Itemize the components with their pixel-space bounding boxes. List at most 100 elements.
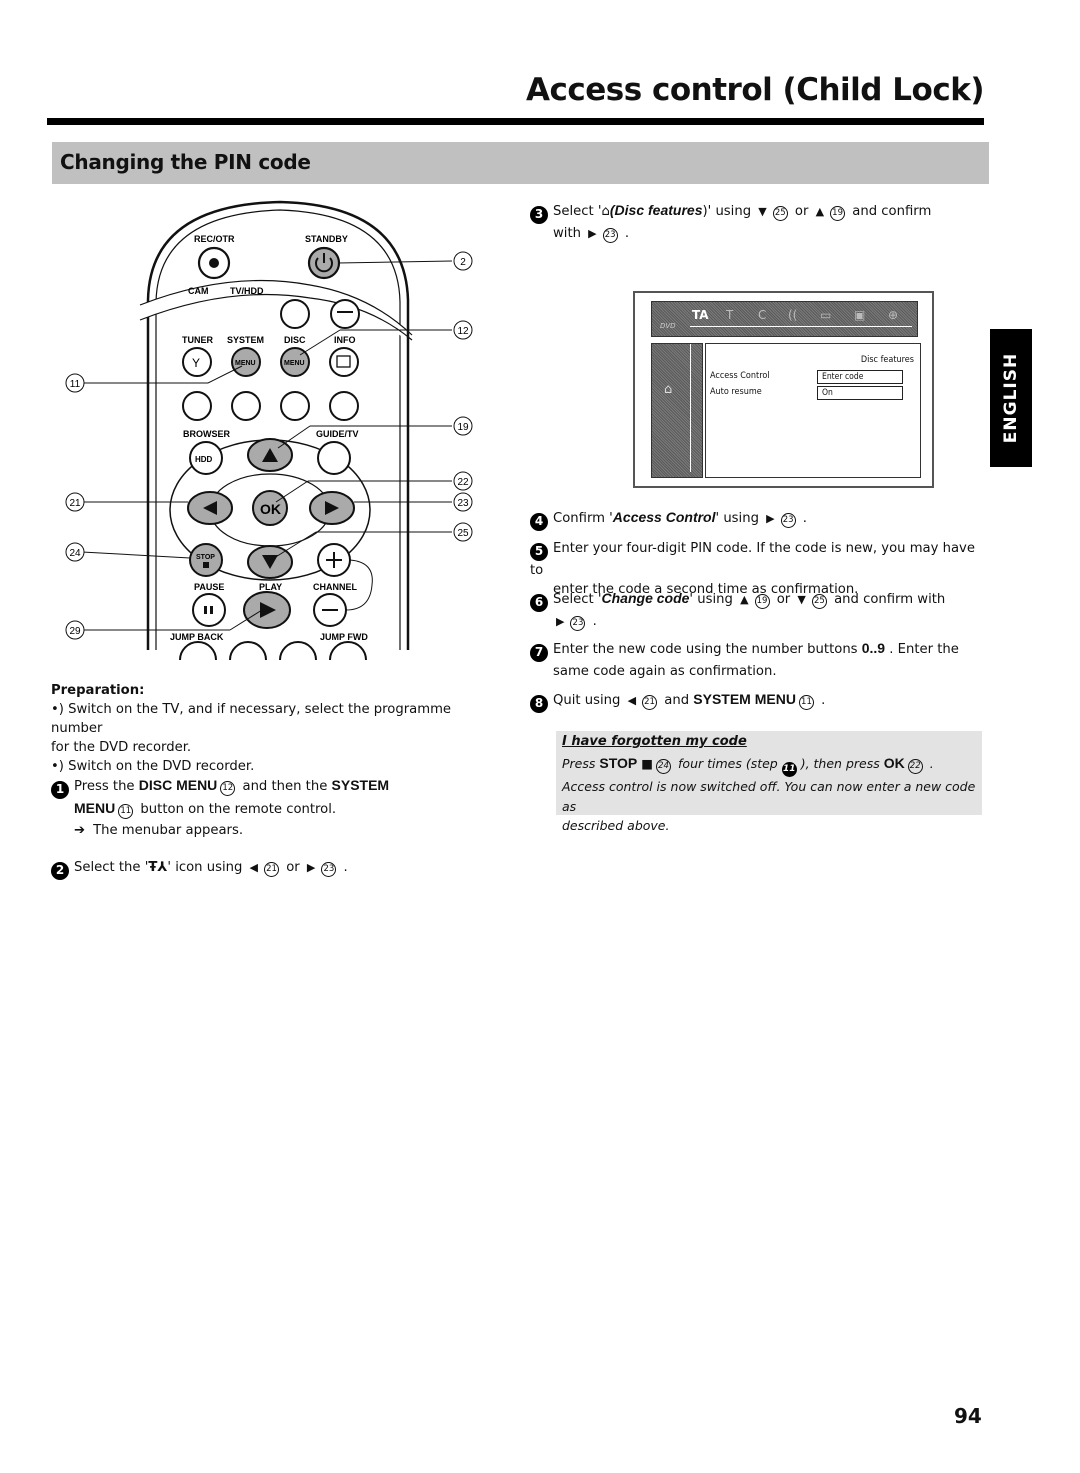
disc-features-icon: ⌂ <box>601 204 610 219</box>
svg-text:29: 29 <box>69 626 81 637</box>
label-jump-fwd: JUMP FWD <box>320 632 368 642</box>
color-button-3 <box>280 391 310 421</box>
step-number: 2 <box>51 861 69 880</box>
label-browser: BROWSER <box>183 429 231 439</box>
label-guide-tv: GUIDE/TV <box>316 429 359 439</box>
osd-zoom-icon: ⊕ <box>888 308 899 322</box>
color-button-1 <box>182 391 212 421</box>
label-tv-hdd: TV/HDD <box>230 286 264 296</box>
color-button-4 <box>329 391 359 421</box>
up-triangle-icon: ▲ <box>740 593 749 606</box>
svg-text:24: 24 <box>69 548 81 559</box>
label-stop: STOP <box>196 554 215 561</box>
step-number: 3 <box>530 205 548 224</box>
section-title: Changing the PIN code <box>60 150 311 174</box>
osd-screen: TA T C (( ▭ ▣ ⊕ DVD ⌂ Disc features Acce… <box>633 291 934 488</box>
down-triangle-icon: ▼ <box>758 205 767 218</box>
preparation-bullet-1-cont: for the DVD recorder. <box>51 740 192 755</box>
step-number: 4 <box>530 512 548 531</box>
step-ref: 11 <box>781 762 797 778</box>
label-rec-otr: REC/OTR <box>194 234 235 244</box>
disc-menu-label: MENU <box>284 360 305 367</box>
step-number: 1 <box>51 780 69 799</box>
callout-ref: 12 <box>220 781 236 796</box>
title-rule <box>47 118 984 125</box>
step-number: 5 <box>530 542 548 561</box>
language-tab: ENGLISH <box>990 329 1032 467</box>
preparation-bullet-1: •) Switch on the TV, and if necessary, s… <box>51 702 452 736</box>
step-number: 8 <box>530 694 548 713</box>
language-tab-label: ENGLISH <box>1001 352 1021 444</box>
preparation-bullet-2: •) Switch on the DVD recorder. <box>51 759 255 774</box>
svg-text:25: 25 <box>457 528 469 539</box>
label-channel: CHANNEL <box>313 582 358 592</box>
osd-menubar: TA T C (( ▭ ▣ ⊕ DVD <box>651 301 918 337</box>
osd-row-label: Access Control <box>710 371 770 381</box>
step-result: The menubar appears. <box>93 822 244 838</box>
step-number: 6 <box>530 593 548 612</box>
svg-text:19: 19 <box>457 422 469 433</box>
label-tuner: TUNER <box>182 335 213 345</box>
color-button-2 <box>231 391 261 421</box>
left-triangle-icon: ◀ <box>627 694 637 707</box>
step-1: 1 Press the DISC MENU 12 and then the SYST… <box>51 776 491 840</box>
osd-row-value: On <box>817 386 903 400</box>
svg-text:12: 12 <box>457 326 469 337</box>
preparation-block: Preparation: •) Switch on the TV, and if… <box>51 681 491 776</box>
step-4: 4 Confirm 'Access Control' using ▶ 23 . <box>530 508 985 531</box>
label-jump-back: JUMP BACK <box>170 632 224 642</box>
osd-sidebar: ⌂ <box>651 343 703 478</box>
note-title: I have forgotten my code <box>562 734 747 749</box>
osd-angle-icon: ▣ <box>854 308 866 322</box>
guide-tv-button <box>317 441 351 475</box>
osd-setup-icon: TA <box>692 308 709 322</box>
up-triangle-icon: ▲ <box>815 205 825 218</box>
label-pause: PAUSE <box>194 582 224 592</box>
right-triangle-icon: ▶ <box>556 614 565 628</box>
svg-text:21: 21 <box>69 498 81 509</box>
svg-text:2: 2 <box>460 257 466 268</box>
dvd-logo: DVD <box>660 322 676 330</box>
label-play: PLAY <box>259 582 282 592</box>
svg-text:22: 22 <box>457 477 469 488</box>
step-2: 2 Select the 'Ŧ⅄' icon using ◀ 21 or ▶ 23 . <box>51 858 491 880</box>
label-ok: OK <box>260 501 281 517</box>
label-hdd: HDD <box>195 455 213 464</box>
step-8: 8 Quit using ◀ 21 and SYSTEM MENU 11 . <box>530 690 985 713</box>
right-triangle-icon: ▶ <box>588 226 597 240</box>
step-7: 7 Enter the new code using the number but… <box>530 639 985 681</box>
osd-disc-features-icon: ⌂ <box>664 382 673 397</box>
info-button <box>329 347 359 377</box>
setup-icon: Ŧ⅄ <box>148 860 168 875</box>
callout-ref: 11 <box>118 803 134 819</box>
osd-audio-icon: (( <box>788 308 798 322</box>
note-text: Press STOP ■ 24 four times (step 11 ), th… <box>562 755 976 834</box>
label-standby: STANDBY <box>305 234 348 244</box>
step-3: 3 Select '⌂(Disc features)' using ▼ 25 or … <box>530 201 985 243</box>
label-cam: CAM <box>188 286 209 296</box>
osd-title-icon: T <box>726 308 734 322</box>
osd-panel: Disc features Access Control Enter code … <box>705 343 921 478</box>
svg-text:11: 11 <box>70 379 81 390</box>
result-arrow-icon: ➔ <box>74 822 86 838</box>
page-number: 94 <box>954 1404 982 1428</box>
right-triangle-icon: ▶ <box>766 512 775 525</box>
left-triangle-icon: ◀ <box>249 861 259 874</box>
record-dot-icon <box>209 258 219 268</box>
osd-section-label: Disc features <box>860 355 914 365</box>
pause-button <box>192 593 226 627</box>
preparation-heading: Preparation: <box>51 683 145 698</box>
osd-row-label: Auto resume <box>710 387 762 397</box>
label-system: SYSTEM <box>227 335 264 345</box>
step-number: 7 <box>530 643 548 662</box>
remote-control-illustration: REC/OTR STANDBY CAM TV/HDD TUNER SYSTEM … <box>65 200 473 660</box>
label-disc: DISC <box>284 335 306 345</box>
right-triangle-icon: ▶ <box>306 861 316 874</box>
down-triangle-icon: ▼ <box>797 593 806 606</box>
page-title: Access control (Child Lock) <box>526 72 984 108</box>
osd-chapter-icon: C <box>758 308 767 322</box>
osd-subtitle-icon: ▭ <box>820 308 832 322</box>
osd-row-value: Enter code <box>817 370 903 384</box>
label-info: INFO <box>334 335 356 345</box>
antenna-icon: Y <box>192 356 200 370</box>
